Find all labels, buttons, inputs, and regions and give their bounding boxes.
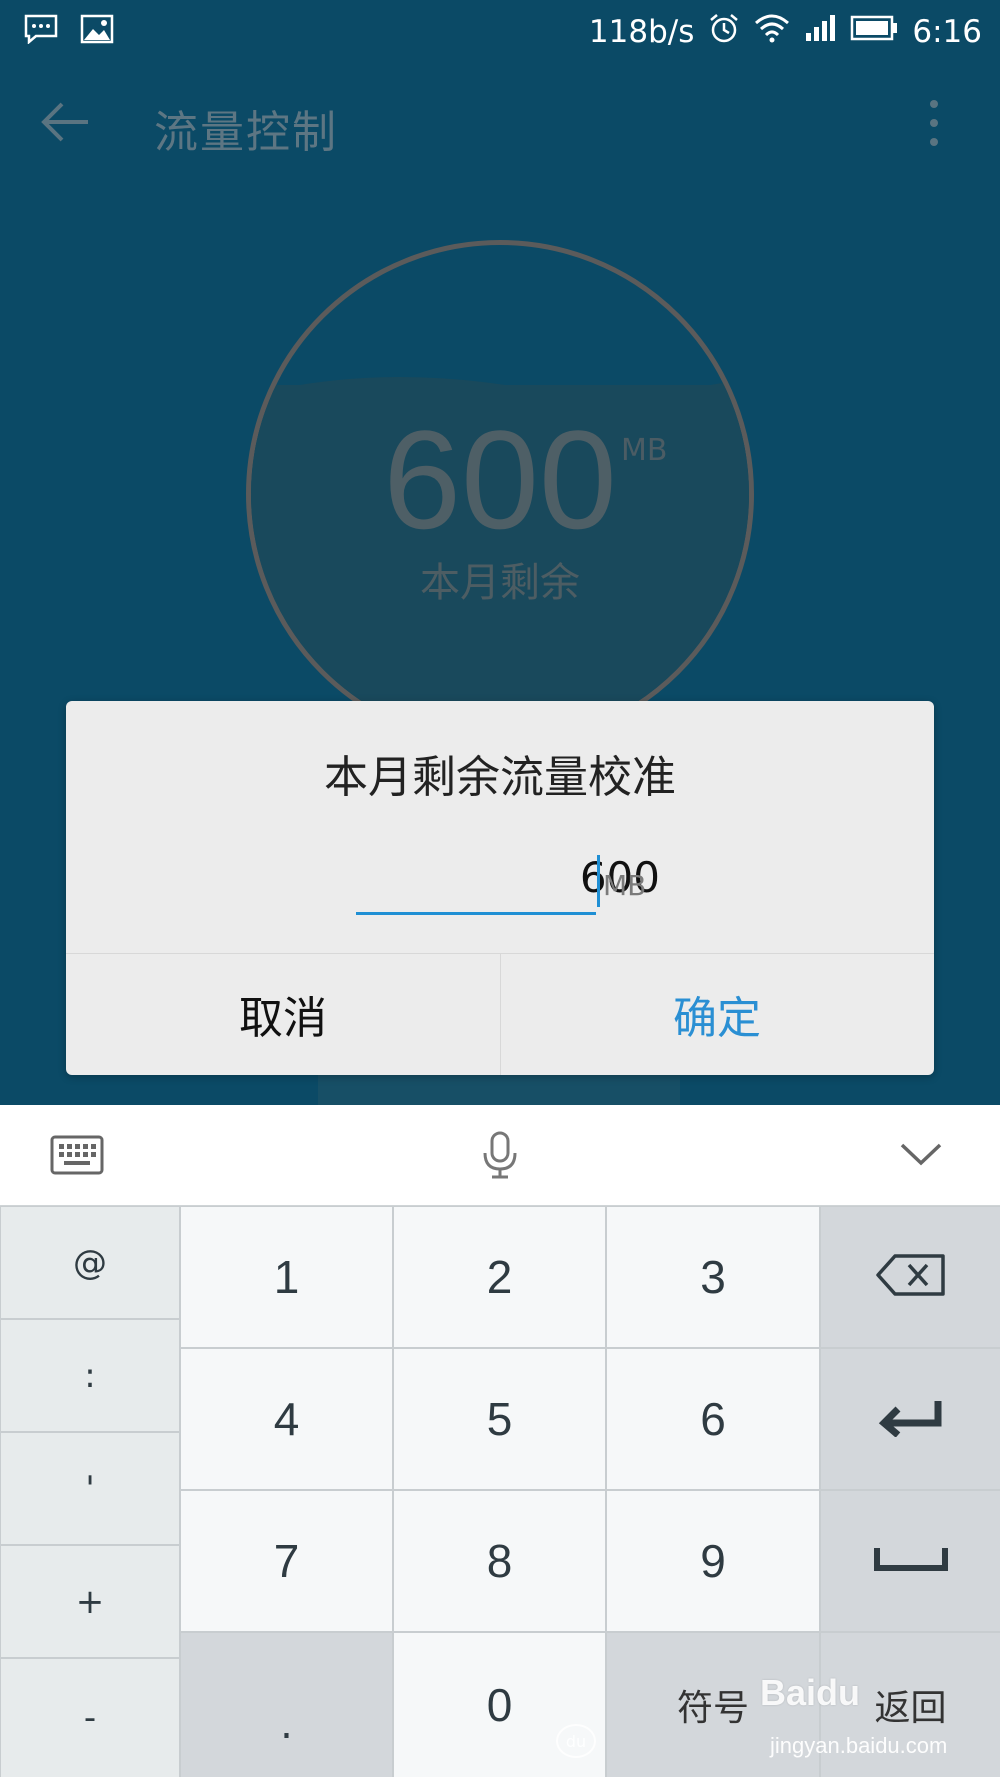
- watermark-url: jingyan.baidu.com: [770, 1733, 948, 1758]
- app-bar: 流量控制: [0, 64, 1000, 184]
- keyboard-icon[interactable]: [50, 1135, 104, 1179]
- back-arrow-icon[interactable]: [38, 98, 92, 150]
- input-underline: [356, 912, 596, 915]
- key-space[interactable]: [821, 1491, 1000, 1631]
- gauge-caption: 本月剩余: [420, 560, 580, 606]
- alarm-icon: [708, 12, 740, 52]
- space-icon: [873, 1546, 949, 1576]
- wifi-icon: [754, 13, 790, 51]
- dialog-title: 本月剩余流量校准: [324, 752, 676, 803]
- key-backspace[interactable]: [821, 1207, 1000, 1347]
- cancel-button[interactable]: 取消: [66, 953, 500, 1075]
- text-cursor: [597, 855, 600, 907]
- ok-button[interactable]: 确定: [500, 953, 934, 1075]
- baidu-watermark: Baidu: [760, 1672, 861, 1713]
- backspace-icon: [875, 1253, 947, 1301]
- key-plus[interactable]: +: [1, 1546, 179, 1657]
- battery-icon: [850, 14, 898, 50]
- key-minus[interactable]: -: [1, 1659, 179, 1777]
- status-bar: 118b/s 6:16: [0, 0, 1000, 64]
- key-9[interactable]: 9: [607, 1491, 819, 1631]
- key-5[interactable]: 5: [394, 1349, 605, 1489]
- key-8[interactable]: 8: [394, 1491, 605, 1631]
- net-speed: 118b/s: [588, 14, 695, 50]
- key-dot[interactable]: .: [181, 1633, 392, 1777]
- key-apostrophe[interactable]: ': [1, 1433, 179, 1544]
- gauge-unit: MB: [621, 433, 668, 468]
- key-at[interactable]: @: [1, 1207, 179, 1318]
- enter-icon: [878, 1397, 944, 1441]
- signal-icon: [804, 13, 836, 51]
- obscured-button: [318, 1074, 680, 1105]
- message-icon: [24, 14, 58, 52]
- gauge-value: 600: [383, 401, 617, 558]
- calibration-dialog: 本月剩余流量校准 600 MB 取消 确定: [66, 701, 934, 1075]
- input-unit: MB: [603, 869, 647, 902]
- key-6[interactable]: 6: [607, 1349, 819, 1489]
- more-vert-icon[interactable]: [928, 98, 940, 152]
- baidu-du-logo: du: [556, 1724, 596, 1758]
- image-icon: [80, 14, 114, 52]
- chevron-down-icon[interactable]: [898, 1141, 944, 1173]
- clock: 6:16: [912, 14, 982, 50]
- key-7[interactable]: 7: [181, 1491, 392, 1631]
- key-enter[interactable]: [821, 1349, 1000, 1489]
- data-usage-gauge: 600 MB 本月剩余: [246, 240, 754, 748]
- key-3[interactable]: 3: [607, 1207, 819, 1347]
- key-colon[interactable]: :: [1, 1320, 179, 1431]
- key-1[interactable]: 1: [181, 1207, 392, 1347]
- keyboard-toolbar: [0, 1105, 1000, 1206]
- page-title: 流量控制: [154, 107, 338, 158]
- key-2[interactable]: 2: [394, 1207, 605, 1347]
- mic-icon[interactable]: [480, 1131, 520, 1185]
- key-4[interactable]: 4: [181, 1349, 392, 1489]
